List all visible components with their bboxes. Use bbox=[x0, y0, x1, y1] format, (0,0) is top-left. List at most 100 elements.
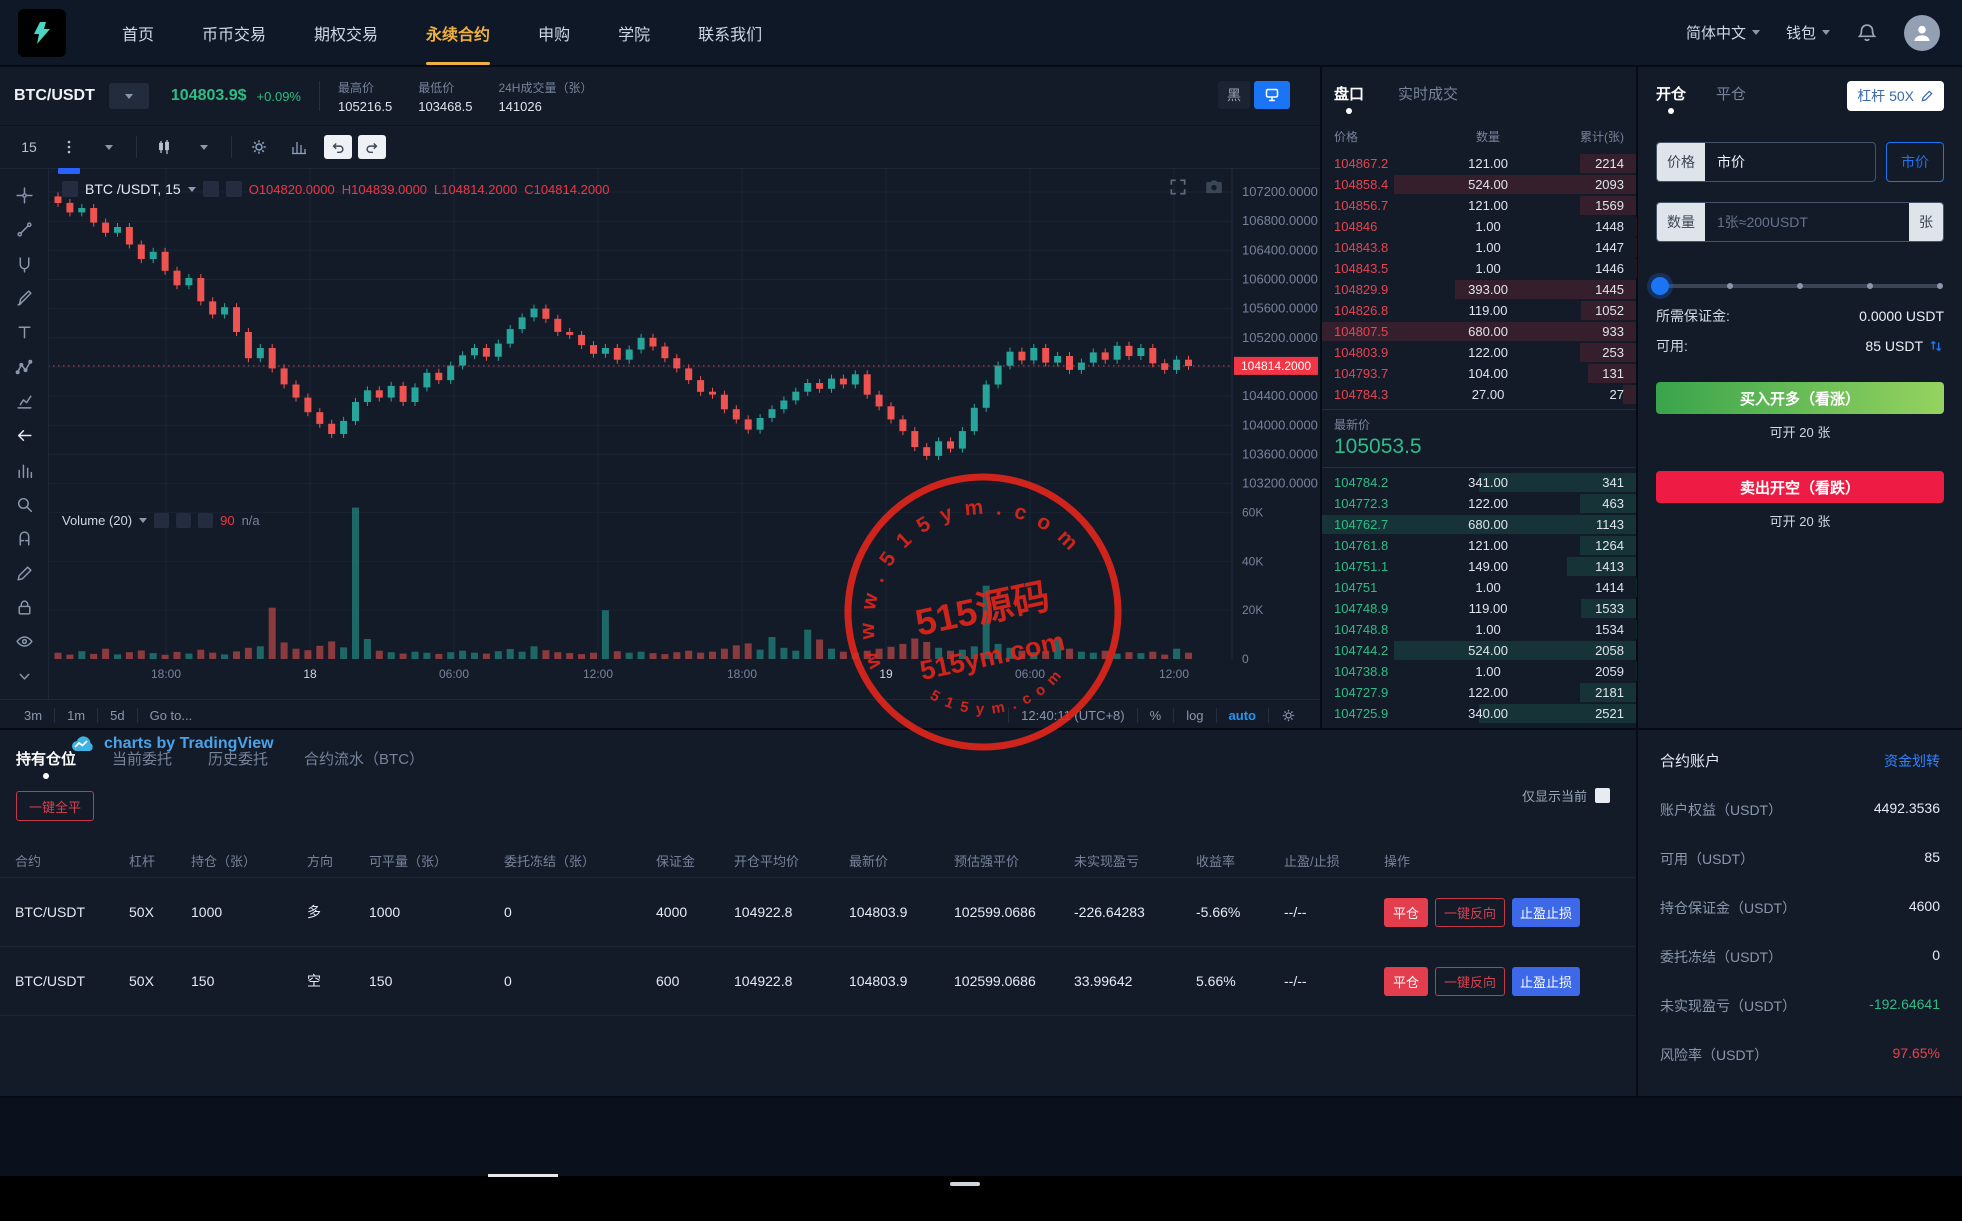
orderbook-bid-row[interactable]: 104761.8121.001264 bbox=[1322, 535, 1636, 556]
transfer-swap-icon[interactable] bbox=[1928, 338, 1944, 354]
bottom-gear-icon[interactable] bbox=[1268, 708, 1308, 723]
orderbook-bid-row[interactable]: 104748.9119.001533 bbox=[1322, 598, 1636, 619]
orderbook-bid-row[interactable]: 104751.1149.001413 bbox=[1322, 556, 1636, 577]
range-button[interactable]: Go to... bbox=[138, 708, 205, 723]
interval-dropdown-icon[interactable] bbox=[90, 132, 128, 162]
notifications-bell-icon[interactable] bbox=[1856, 22, 1878, 44]
nav-item[interactable]: 币币交易 bbox=[178, 0, 290, 65]
gear-icon[interactable] bbox=[226, 181, 242, 197]
close-all-button[interactable]: 一键全平 bbox=[16, 791, 94, 821]
pattern-icon[interactable] bbox=[9, 355, 39, 380]
orderbook-ask-row[interactable]: 104793.7104.00131 bbox=[1322, 363, 1636, 384]
orderbook-bid-row[interactable]: 104744.2524.002058 bbox=[1322, 640, 1636, 661]
close-icon[interactable] bbox=[198, 513, 213, 528]
pitchfork-icon[interactable] bbox=[9, 252, 39, 277]
gear-icon[interactable] bbox=[176, 513, 191, 528]
range-button[interactable]: 3m bbox=[12, 708, 55, 723]
logo[interactable] bbox=[18, 9, 66, 57]
nav-item[interactable]: 联系我们 bbox=[674, 0, 786, 65]
dots-menu-icon[interactable] bbox=[50, 132, 88, 162]
crosshair-icon[interactable] bbox=[9, 183, 39, 208]
log-scale-button[interactable]: log bbox=[1173, 708, 1215, 723]
nav-item[interactable]: 申购 bbox=[514, 0, 594, 65]
collapse-legend-icon[interactable] bbox=[62, 181, 78, 197]
auto-scale-button[interactable]: auto bbox=[1216, 708, 1268, 723]
clock-label[interactable]: 12:40:11 (UTC+8) bbox=[1008, 708, 1136, 723]
orderbook-ask-row[interactable]: 104858.4524.002093 bbox=[1322, 174, 1636, 195]
slider-handle[interactable] bbox=[1651, 277, 1669, 295]
orderbook-ask-row[interactable]: 104826.8119.001052 bbox=[1322, 300, 1636, 321]
brush-icon[interactable] bbox=[9, 286, 39, 311]
orderbook-ask-row[interactable]: 104843.51.001446 bbox=[1322, 258, 1636, 279]
undo-button[interactable] bbox=[324, 135, 352, 159]
indicators-icon[interactable] bbox=[280, 132, 318, 162]
chevron-down-icon[interactable] bbox=[9, 664, 39, 689]
orderbook-bid-row[interactable]: 1047511.001414 bbox=[1322, 577, 1636, 598]
tp-sl-button[interactable]: 止盈止损 bbox=[1512, 898, 1580, 927]
snapshot-camera-icon[interactable] bbox=[1204, 177, 1224, 197]
eye-icon[interactable] bbox=[203, 181, 219, 197]
nav-item[interactable]: 期权交易 bbox=[290, 0, 402, 65]
text-icon[interactable] bbox=[9, 320, 39, 345]
reverse-position-button[interactable]: 一键反向 bbox=[1435, 967, 1505, 996]
fund-transfer-link[interactable]: 资金划转 bbox=[1884, 751, 1940, 771]
wallet-menu[interactable]: 钱包 bbox=[1786, 22, 1830, 43]
orderbook-ask-row[interactable]: 104784.327.0027 bbox=[1322, 384, 1636, 405]
range-button[interactable]: 1m bbox=[55, 708, 98, 723]
trendline-icon[interactable] bbox=[9, 217, 39, 242]
theme-dark-button[interactable]: 黑 bbox=[1218, 81, 1250, 109]
forecast-icon[interactable] bbox=[9, 389, 39, 414]
orderbook-bid-row[interactable]: 104738.81.002059 bbox=[1322, 661, 1636, 682]
orderbook-ask-row[interactable]: 104829.9393.001445 bbox=[1322, 279, 1636, 300]
lock-icon[interactable] bbox=[9, 595, 39, 620]
chart-style-dropdown-icon[interactable] bbox=[185, 132, 223, 162]
quantity-slider[interactable] bbox=[1660, 284, 1940, 288]
nav-item[interactable]: 永续合约 bbox=[402, 0, 514, 65]
symbol-dropdown[interactable] bbox=[109, 83, 149, 109]
orderbook-bid-row[interactable]: 104727.9122.002181 bbox=[1322, 682, 1636, 703]
orderbook-ask-row[interactable]: 104803.9122.00253 bbox=[1322, 342, 1636, 363]
orderbook-bid-row[interactable]: 104725.9340.002521 bbox=[1322, 703, 1636, 724]
orderbook-bid-row[interactable]: 104772.3122.00463 bbox=[1322, 493, 1636, 514]
orderbook-bid-row[interactable]: 104748.81.001534 bbox=[1322, 619, 1636, 640]
tp-sl-button[interactable]: 止盈止损 bbox=[1512, 967, 1580, 996]
histogram-icon[interactable] bbox=[9, 458, 39, 483]
buy-open-long-button[interactable]: 买入开多（看涨） bbox=[1656, 382, 1944, 414]
close-position-button[interactable]: 平仓 bbox=[1384, 898, 1428, 927]
nav-item[interactable]: 学院 bbox=[594, 0, 674, 65]
orderbook-ask-row[interactable]: 1048461.001448 bbox=[1322, 216, 1636, 237]
user-avatar[interactable] bbox=[1904, 15, 1940, 51]
market-price-button[interactable]: 市价 bbox=[1886, 142, 1944, 182]
orderbook-bid-row[interactable]: 104762.7680.001143 bbox=[1322, 514, 1636, 535]
quantity-input[interactable]: 1张≈200USDT bbox=[1705, 203, 1909, 241]
orderbook-ask-row[interactable]: 104856.7121.001569 bbox=[1322, 195, 1636, 216]
redo-button[interactable] bbox=[358, 135, 386, 159]
tab-close-position[interactable]: 平仓 bbox=[1716, 83, 1746, 116]
interval-selector[interactable]: 15 bbox=[10, 132, 48, 162]
eye-icon[interactable] bbox=[154, 513, 169, 528]
pencil-icon[interactable] bbox=[9, 561, 39, 586]
close-position-button[interactable]: 平仓 bbox=[1384, 967, 1428, 996]
only-current-toggle[interactable]: 仅显示当前 bbox=[1522, 786, 1610, 805]
orderbook-bid-row[interactable]: 104784.2341.00341 bbox=[1322, 472, 1636, 493]
positions-tab[interactable]: 持有仓位 bbox=[16, 748, 76, 781]
price-input[interactable]: 市价 bbox=[1705, 143, 1875, 181]
tab-orderbook[interactable]: 盘口 bbox=[1334, 83, 1364, 114]
range-button[interactable]: 5d bbox=[98, 708, 137, 723]
nav-item[interactable]: 首页 bbox=[98, 0, 178, 65]
tab-open-position[interactable]: 开仓 bbox=[1656, 83, 1686, 116]
sell-open-short-button[interactable]: 卖出开空（看跌） bbox=[1656, 471, 1944, 503]
display-mode-button[interactable] bbox=[1254, 81, 1290, 109]
orderbook-ask-row[interactable]: 104867.2121.002214 bbox=[1322, 153, 1636, 174]
arrow-left-icon[interactable] bbox=[9, 423, 39, 448]
chevron-down-icon[interactable] bbox=[139, 518, 147, 523]
positions-tab[interactable]: 合约流水（BTC） bbox=[304, 748, 424, 781]
chart-style-icon[interactable] bbox=[145, 132, 183, 162]
zoom-icon[interactable] bbox=[9, 492, 39, 517]
only-current-checkbox[interactable] bbox=[1595, 788, 1610, 803]
tab-trades[interactable]: 实时成交 bbox=[1398, 83, 1458, 114]
eye-icon[interactable] bbox=[9, 629, 39, 654]
chevron-down-icon[interactable] bbox=[188, 187, 196, 192]
reverse-position-button[interactable]: 一键反向 bbox=[1435, 898, 1505, 927]
candlestick-chart[interactable]: 18:001806:0012:0018:001906:0012:0060K40K… bbox=[0, 169, 1320, 699]
